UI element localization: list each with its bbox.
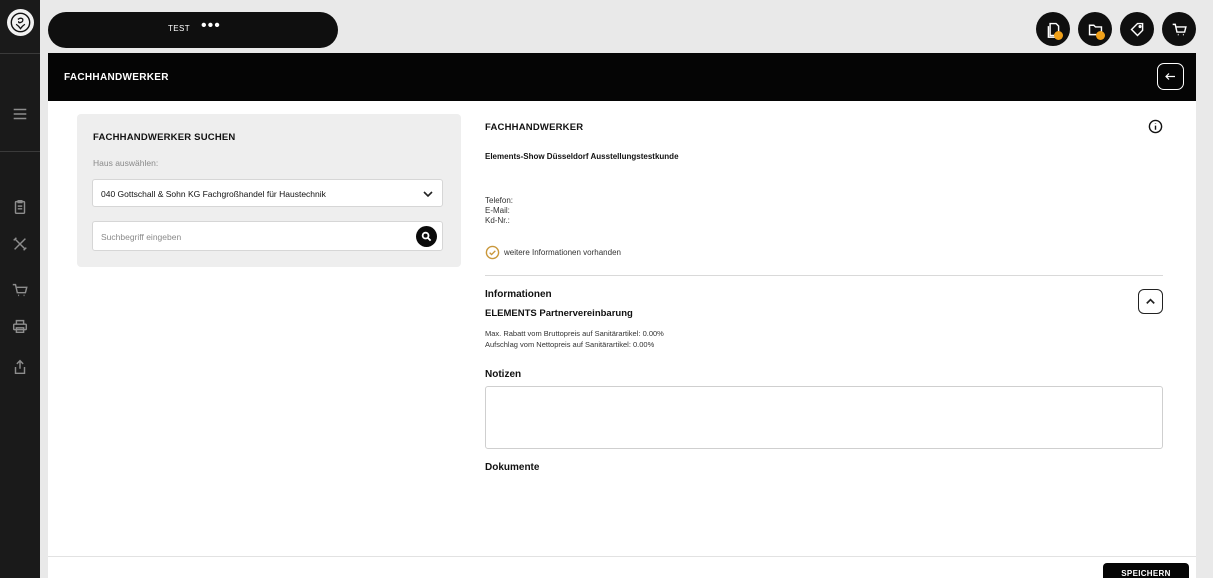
documents-heading: Dokumente: [485, 462, 540, 473]
cart-icon: [12, 283, 28, 297]
notes-heading: Notizen: [485, 369, 522, 380]
brand-logo[interactable]: [7, 9, 34, 36]
project-title: TEST: [168, 24, 191, 33]
project-pill[interactable]: TEST •••: [48, 12, 338, 48]
partner-line: Aufschlag vom Nettopreis auf Sanitärarti…: [485, 340, 655, 349]
contact-block: Telefon: E-Mail: Kd-Nr.:: [485, 196, 513, 226]
tag-button[interactable]: [1120, 12, 1154, 46]
cart-icon: [1172, 23, 1187, 35]
logo-icon: [10, 12, 31, 33]
rail-divider: [0, 151, 40, 152]
tag-icon: [1130, 22, 1143, 36]
rail-divider: [0, 53, 40, 54]
back-button[interactable]: [1157, 63, 1184, 90]
collapse-button[interactable]: [1138, 289, 1163, 314]
rail-item-cart[interactable]: [9, 279, 31, 301]
partner-heading: ELEMENTS Partnervereinbarung: [485, 308, 633, 319]
search-input[interactable]: Suchbegriff eingeben: [92, 221, 443, 251]
partner-line: Max. Rabatt vom Bruttopreis auf Sanitära…: [485, 329, 664, 338]
rail-item-share[interactable]: [9, 356, 31, 378]
page-title: FACHHANDWERKER: [64, 72, 169, 83]
search-panel: FACHHANDWERKER SUCHEN Haus auswählen: 04…: [77, 114, 461, 267]
tools-icon: [13, 237, 27, 251]
chevron-up-icon: [1146, 298, 1155, 304]
menu-button[interactable]: [9, 103, 31, 125]
house-select-value: 040 Gottschall & Sohn KG Fachgroßhandel …: [101, 189, 326, 199]
card-header: FACHHANDWERKER: [48, 53, 1196, 101]
search-placeholder: Suchbegriff eingeben: [101, 232, 182, 242]
more-info-row[interactable]: weitere Informationen vorhanden: [485, 245, 621, 260]
info-heading: Informationen: [485, 289, 552, 300]
left-rail: [0, 0, 40, 578]
menu-icon: [13, 108, 27, 120]
folder-badge: [1096, 31, 1105, 40]
rail-item-tools[interactable]: [9, 233, 31, 255]
phone-label: Telefon:: [485, 196, 514, 205]
info-button[interactable]: [1148, 119, 1163, 134]
info-icon: [1148, 119, 1163, 134]
house-label: Haus auswählen:: [93, 158, 159, 168]
rail-item-print[interactable]: [9, 315, 31, 337]
search-button[interactable]: [416, 226, 437, 247]
search-icon: [421, 231, 432, 242]
footer-divider: [48, 556, 1196, 557]
house-select[interactable]: 040 Gottschall & Sohn KG Fachgroßhandel …: [92, 179, 443, 207]
rail-item-orders[interactable]: [9, 196, 31, 218]
chevron-down-icon: [422, 188, 434, 200]
more-options-icon[interactable]: •••: [201, 18, 221, 34]
save-button[interactable]: SPEICHERN: [1103, 563, 1189, 578]
documents-button[interactable]: [1036, 12, 1070, 46]
printer-icon: [12, 319, 28, 334]
arrow-left-icon: [1165, 73, 1175, 80]
search-heading: FACHHANDWERKER SUCHEN: [93, 132, 236, 143]
clipboard-icon: [14, 199, 26, 215]
cart-button[interactable]: [1162, 12, 1196, 46]
craftsman-name: Elements-Show Düsseldorf Ausstellungstes…: [485, 152, 679, 161]
notes-textarea[interactable]: [485, 386, 1163, 449]
email-label: E-Mail:: [485, 206, 510, 215]
main-card: FACHHANDWERKER FACHHANDWERKER SUCHEN Hau…: [48, 53, 1196, 578]
customer-number-label: Kd-Nr.:: [485, 216, 510, 225]
divider: [485, 275, 1163, 276]
documents-badge: [1054, 31, 1063, 40]
check-circle-icon: [485, 245, 500, 260]
more-info-text: weitere Informationen vorhanden: [504, 248, 621, 257]
folder-button[interactable]: [1078, 12, 1112, 46]
detail-heading: FACHHANDWERKER: [485, 122, 584, 133]
share-icon: [14, 359, 26, 375]
